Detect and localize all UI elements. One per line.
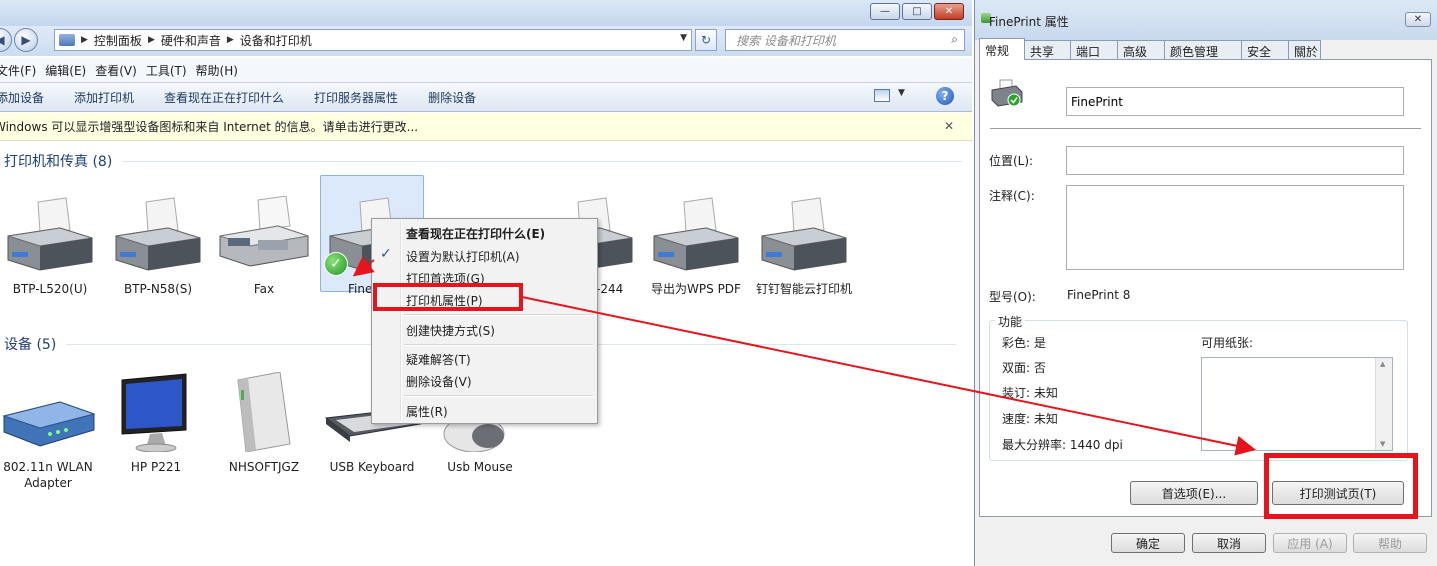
annotation-arrows xyxy=(352,256,1256,456)
tab-general[interactable]: 常规 xyxy=(979,38,1025,60)
annotation-arrow xyxy=(521,296,1256,456)
annotation-arrow xyxy=(352,256,375,277)
